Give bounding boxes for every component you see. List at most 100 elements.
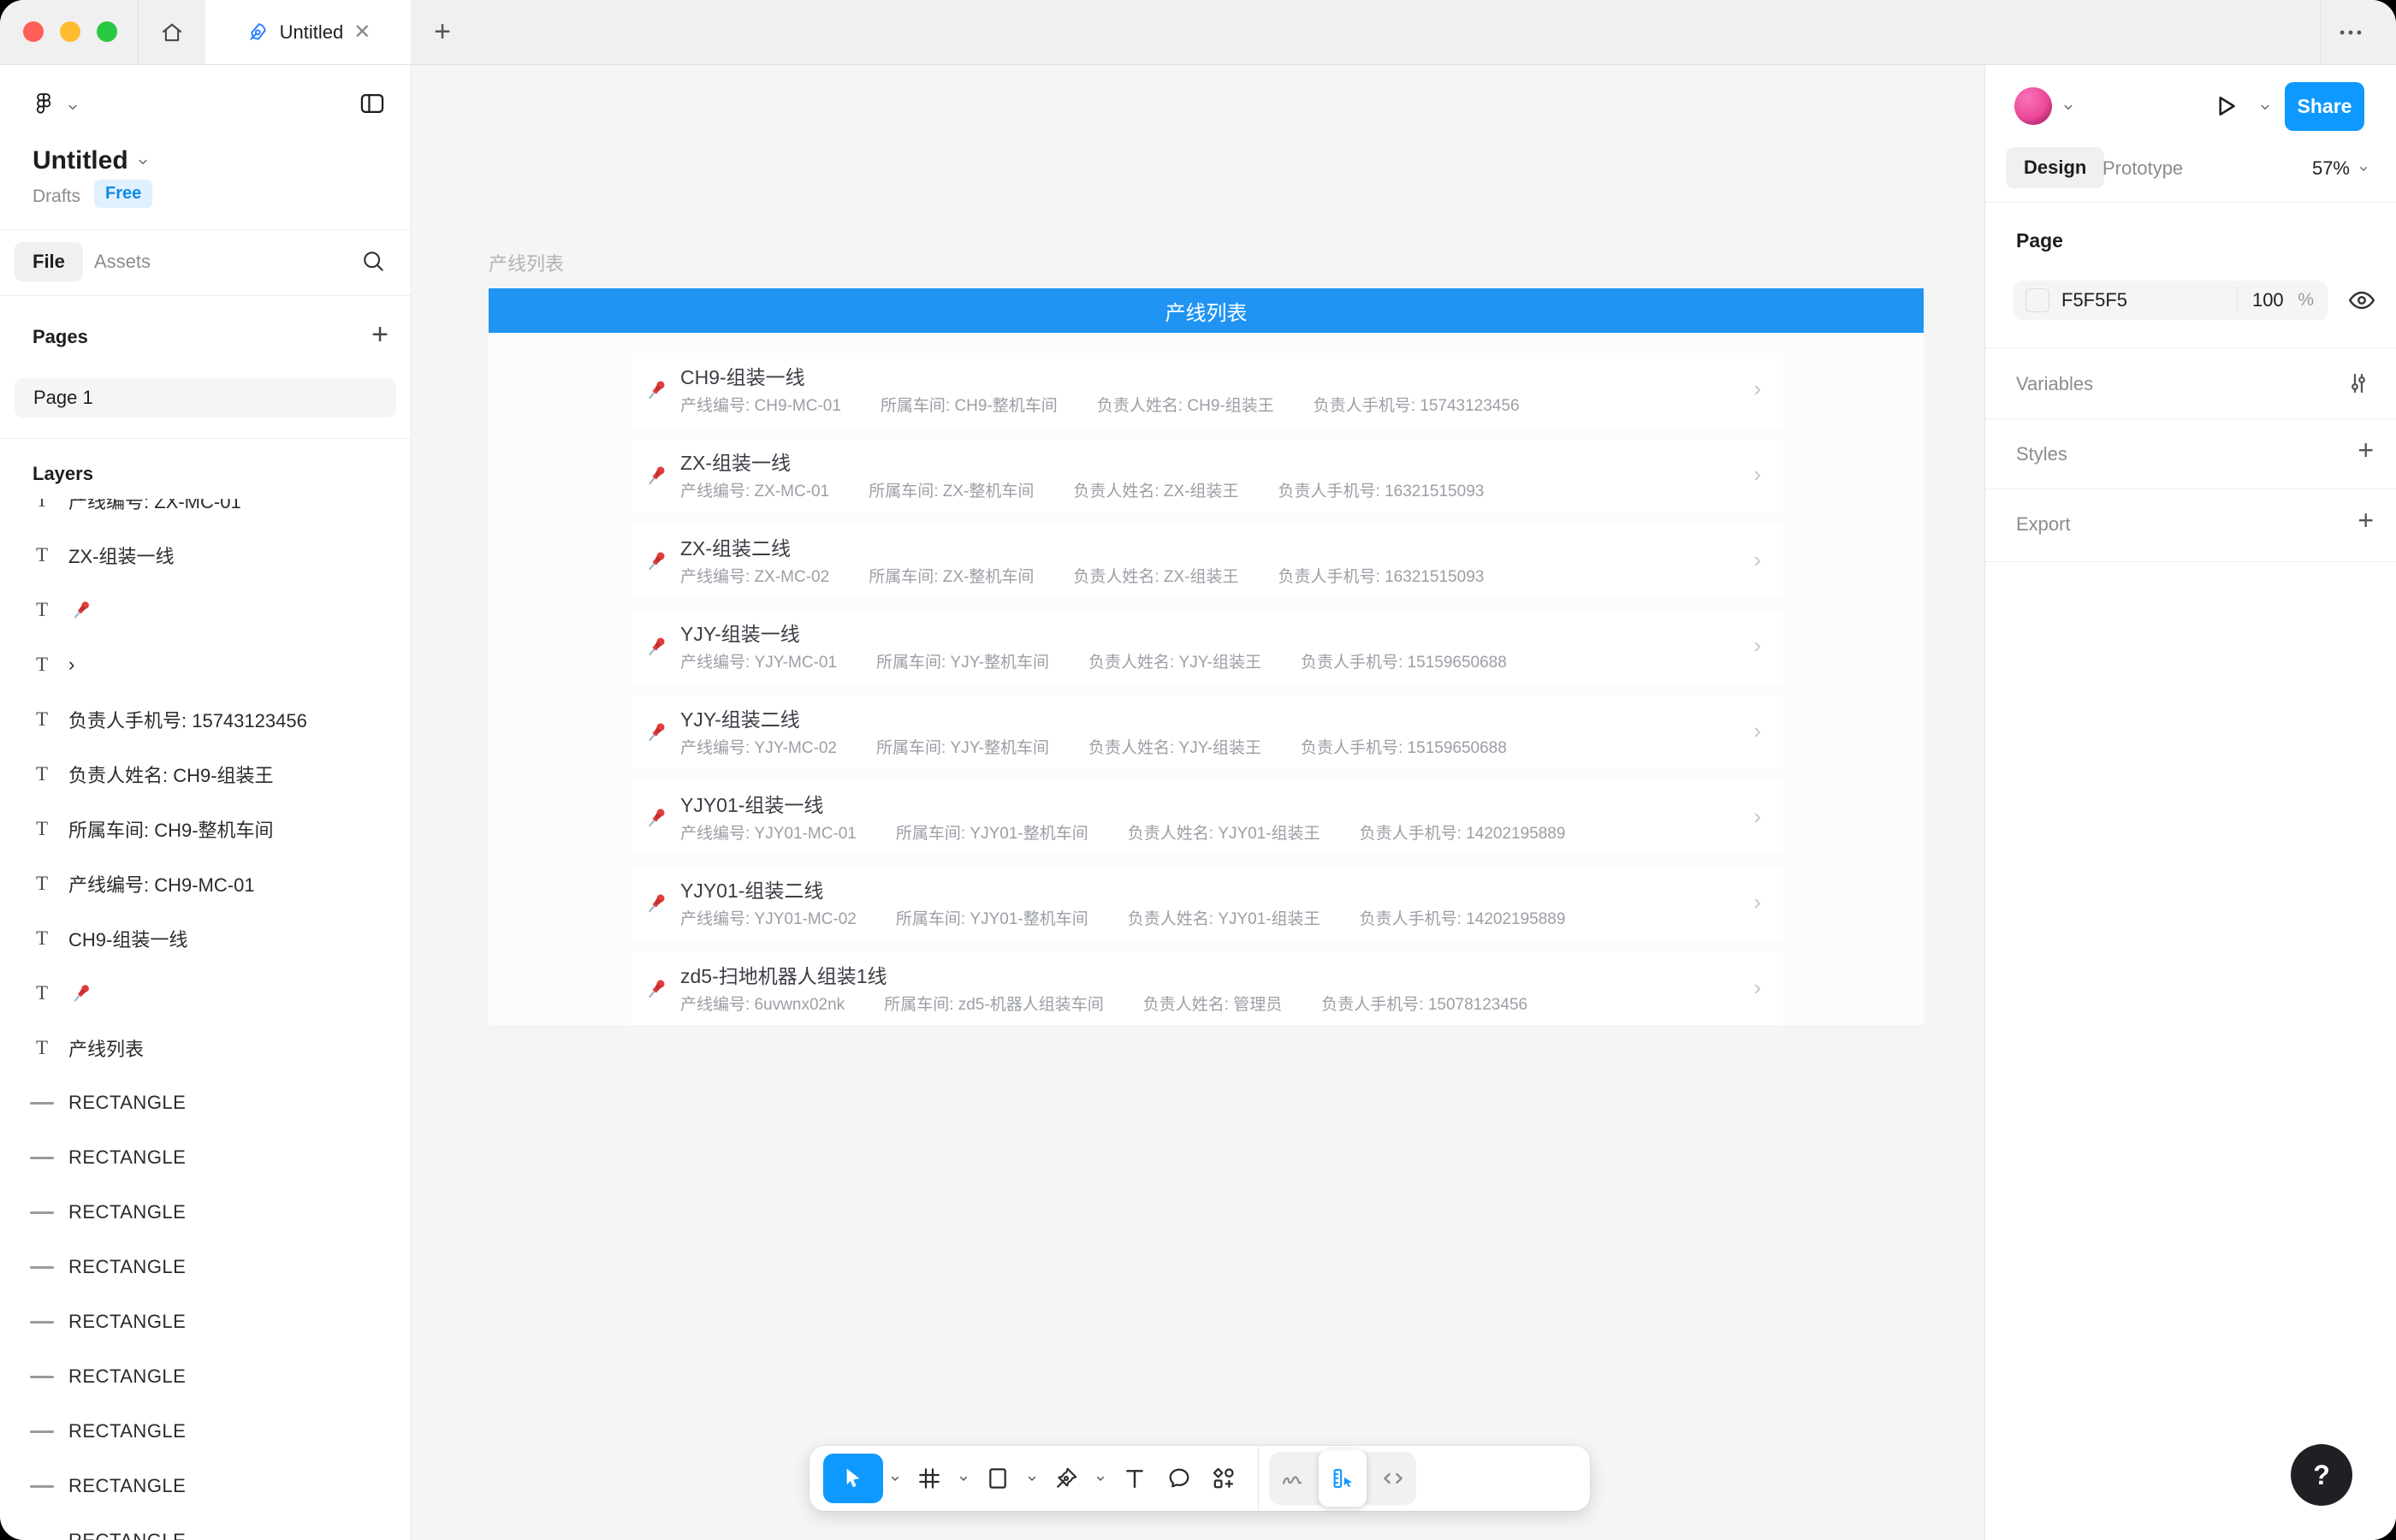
frame-label[interactable]: 产线列表	[489, 249, 564, 276]
pin-emoji-icon	[643, 376, 670, 404]
chevron-down-icon[interactable]	[135, 154, 151, 169]
add-style-button[interactable]: +	[2357, 435, 2374, 466]
pin-emoji-icon	[643, 804, 670, 832]
traffic-minimize-button[interactable]	[60, 21, 80, 42]
layer-row[interactable]: T ZX-组装一线	[0, 528, 411, 583]
breadcrumb[interactable]: Drafts	[33, 187, 80, 207]
layer-row[interactable]: T 所属车间: CH9-整机车间	[0, 802, 411, 856]
plan-badge[interactable]: Free	[94, 180, 152, 208]
line-owner: 负责人姓名: YJY-组装王	[1088, 735, 1261, 758]
figma-file-icon	[246, 21, 270, 44]
line-layer-icon	[24, 1404, 60, 1459]
canvas[interactable]: 产线列表 产线列表	[412, 65, 1984, 1540]
chevron-down-icon[interactable]	[65, 99, 80, 115]
line-title: zd5-扫地机器人组装1线	[680, 960, 887, 989]
window-tab-bar: Untitled ✕ +	[0, 0, 2396, 65]
layer-row[interactable]: T	[0, 966, 411, 1021]
present-button[interactable]	[2209, 91, 2240, 121]
production-line-card[interactable]: YJY01-组装一线 产线编号: YJY01-MC-01 所属车间: YJY01…	[631, 781, 1783, 854]
file-title[interactable]: Untitled	[33, 146, 128, 175]
search-button[interactable]	[359, 247, 387, 275]
traffic-zoom-button[interactable]	[97, 21, 117, 42]
move-tool-button[interactable]	[823, 1454, 883, 1503]
draw-mode-button[interactable]	[1272, 1454, 1312, 1503]
actions-button[interactable]	[1201, 1454, 1246, 1503]
layer-row[interactable]: T RECTANGLE	[0, 1349, 411, 1404]
production-line-card[interactable]: YJY-组装二线 产线编号: YJY-MC-02 所属车间: YJY-整机车间 …	[631, 696, 1783, 768]
shape-tool-button[interactable]	[976, 1454, 1020, 1503]
production-line-card[interactable]: YJY01-组装二线 产线编号: YJY01-MC-02 所属车间: YJY01…	[631, 867, 1783, 939]
layer-row[interactable]: T RECTANGLE	[0, 1240, 411, 1294]
layer-row[interactable]: T 产线编号: CH9-MC-01	[0, 856, 411, 911]
zoom-menu[interactable]: 57%	[2312, 157, 2370, 180]
opacity-value[interactable]: 100	[2238, 289, 2298, 311]
production-line-card[interactable]: zd5-扫地机器人组装1线 产线编号: 6uvwnx02nk 所属车间: zd5…	[631, 952, 1783, 1025]
layer-row[interactable]: T ›	[0, 637, 411, 692]
share-button[interactable]: Share	[2285, 82, 2364, 131]
line-title: ZX-组装一线	[680, 447, 791, 476]
home-button[interactable]	[139, 0, 205, 64]
color-swatch[interactable]	[2025, 288, 2049, 312]
layer-row[interactable]: T RECTANGLE	[0, 1075, 411, 1130]
layer-row[interactable]: T	[0, 583, 411, 637]
visibility-toggle[interactable]	[2346, 285, 2377, 316]
layer-row[interactable]: T RECTANGLE	[0, 1294, 411, 1349]
production-line-card[interactable]: ZX-组装一线 产线编号: ZX-MC-01 所属车间: ZX-整机车间 负责人…	[631, 439, 1783, 512]
line-title: CH9-组装一线	[680, 361, 805, 390]
production-line-card[interactable]: ZX-组装二线 产线编号: ZX-MC-02 所属车间: ZX-整机车间 负责人…	[631, 524, 1783, 597]
dev-mode-button[interactable]	[1373, 1454, 1413, 1503]
annotate-mode-button[interactable]	[1319, 1450, 1367, 1507]
production-line-card[interactable]: CH9-组装一线 产线编号: CH9-MC-01 所属车间: CH9-整机车间 …	[631, 353, 1783, 426]
toggle-sidebar-button[interactable]	[358, 89, 387, 118]
add-page-button[interactable]: +	[371, 318, 388, 352]
page-color-field[interactable]: F5F5F5 100 %	[2013, 281, 2328, 320]
layer-row[interactable]: T RECTANGLE	[0, 1130, 411, 1185]
figma-menu-button[interactable]	[31, 91, 56, 116]
text-tool-button[interactable]	[1112, 1454, 1157, 1503]
tab-prototype[interactable]: Prototype	[2102, 157, 2183, 180]
tab-design[interactable]: Design	[2006, 147, 2104, 188]
divider	[1985, 347, 2396, 348]
chevron-down-icon	[1094, 1472, 1107, 1485]
list-body: CH9-组装一线 产线编号: CH9-MC-01 所属车间: CH9-整机车间 …	[489, 333, 1924, 1025]
layer-row[interactable]: T RECTANGLE	[0, 1513, 411, 1540]
zoom-level: 57%	[2312, 157, 2350, 180]
layer-row[interactable]: T 产线列表	[0, 1021, 411, 1075]
chevron-down-icon[interactable]	[2257, 99, 2273, 115]
tab-file[interactable]: File	[15, 242, 83, 281]
open-variables-button[interactable]	[2345, 370, 2372, 397]
layer-row[interactable]: T 负责人手机号: 15743123456	[0, 692, 411, 747]
shape-tool-menu[interactable]	[1025, 1472, 1039, 1485]
close-icon[interactable]: ✕	[353, 22, 371, 43]
chevron-down-icon[interactable]	[2061, 99, 2076, 115]
comment-tool-button[interactable]	[1157, 1454, 1201, 1503]
frame-tool-button[interactable]	[907, 1454, 952, 1503]
line-layer-icon	[24, 1130, 60, 1185]
pen-tool-menu[interactable]	[1094, 1472, 1107, 1485]
layer-row[interactable]: T 产线编号: ZX-MC-01	[0, 499, 411, 528]
line-code: 产线编号: YJY01-MC-01	[680, 820, 857, 844]
frame-tool-menu[interactable]	[957, 1472, 970, 1485]
add-export-button[interactable]: +	[2357, 505, 2374, 536]
traffic-close-button[interactable]	[23, 21, 44, 42]
tab-assets[interactable]: Assets	[94, 251, 151, 273]
tab-untitled[interactable]: Untitled ✕	[205, 0, 411, 64]
layers-section: Layers T	[0, 439, 411, 1540]
layer-row[interactable]: T RECTANGLE	[0, 1404, 411, 1459]
layer-row[interactable]: T 负责人姓名: CH9-组装王	[0, 747, 411, 802]
ellipsis-icon	[2336, 18, 2365, 47]
line-phone: 负责人手机号: 15159650688	[1301, 735, 1507, 758]
sidebar-item-page-1[interactable]: Page 1	[15, 378, 396, 418]
move-tool-menu[interactable]	[888, 1472, 902, 1485]
window-menu-button[interactable]	[2321, 0, 2381, 64]
layer-row[interactable]: T CH9-组装一线	[0, 911, 411, 966]
new-tab-button[interactable]: +	[424, 0, 461, 64]
production-line-card[interactable]: YJY-组装一线 产线编号: YJY-MC-01 所属车间: YJY-整机车间 …	[631, 610, 1783, 683]
frame-产线列表[interactable]: 产线列表	[489, 288, 1924, 1025]
pen-tool-button[interactable]	[1044, 1454, 1088, 1503]
help-button[interactable]: ?	[2291, 1444, 2352, 1506]
color-hex-value[interactable]: F5F5F5	[2061, 289, 2237, 311]
layer-row[interactable]: T RECTANGLE	[0, 1185, 411, 1240]
layer-row[interactable]: T RECTANGLE	[0, 1459, 411, 1513]
avatar[interactable]	[2014, 87, 2052, 125]
